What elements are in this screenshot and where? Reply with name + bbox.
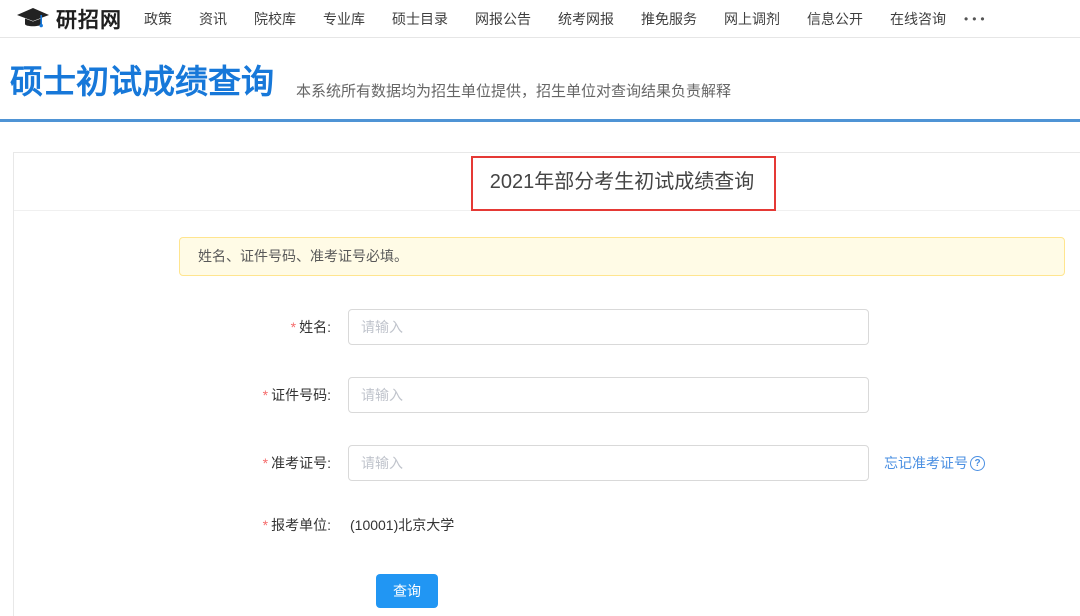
target-university-field-label: *报考单位: bbox=[14, 507, 331, 543]
nav-item-news[interactable]: 资讯 bbox=[199, 9, 227, 29]
forgot-admission-ticket-link[interactable]: 忘记准考证号 ? bbox=[884, 445, 985, 481]
required-asterisk: * bbox=[291, 319, 296, 335]
forgot-link-text: 忘记准考证号 bbox=[884, 453, 968, 473]
nav-item-exemption-service[interactable]: 推免服务 bbox=[641, 9, 697, 29]
panel-title: 2021年部分考生初试成绩查询 bbox=[14, 153, 1080, 211]
site-logo[interactable]: 研招网 bbox=[16, 4, 122, 34]
id-number-input[interactable] bbox=[348, 377, 869, 413]
target-university-label-text: 报考单位: bbox=[271, 517, 331, 533]
form-row-name: *姓名: bbox=[14, 309, 1080, 345]
id-number-label-text: 证件号码: bbox=[271, 387, 331, 403]
nav-item-master-catalog[interactable]: 硕士目录 bbox=[392, 9, 448, 29]
nav-item-online-consult[interactable]: 在线咨询 bbox=[890, 9, 946, 29]
nav-more-ellipsis[interactable]: ••• bbox=[964, 12, 989, 26]
required-asterisk: * bbox=[263, 455, 268, 471]
nav-menu: 政策 资讯 院校库 专业库 硕士目录 网报公告 统考网报 推免服务 网上调剂 信… bbox=[144, 9, 946, 29]
nav-item-major-library[interactable]: 专业库 bbox=[323, 9, 365, 29]
form-row-admission-ticket: *准考证号: 忘记准考证号 ? bbox=[14, 445, 1080, 481]
admission-ticket-label-text: 准考证号: bbox=[271, 455, 331, 471]
top-navbar: 研招网 政策 资讯 院校库 专业库 硕士目录 网报公告 统考网报 推免服务 网上… bbox=[0, 0, 1080, 38]
name-field-label: *姓名: bbox=[14, 309, 331, 345]
query-card: 2021年部分考生初试成绩查询 姓名、证件号码、准考证号必填。 *姓名: *证件… bbox=[13, 152, 1080, 616]
nav-item-online-report-announcement[interactable]: 网报公告 bbox=[475, 9, 531, 29]
page-title: 硕士初试成绩查询 bbox=[10, 55, 274, 103]
required-asterisk: * bbox=[263, 387, 268, 403]
card-header: 2021年部分考生初试成绩查询 bbox=[14, 153, 1080, 211]
name-label-text: 姓名: bbox=[299, 319, 331, 335]
id-number-field-label: *证件号码: bbox=[14, 377, 331, 413]
question-mark-icon: ? bbox=[970, 456, 985, 471]
page-subtitle: 本系统所有数据均为招生单位提供，招生单位对查询结果负责解释 bbox=[296, 80, 731, 101]
nav-item-policy[interactable]: 政策 bbox=[144, 9, 172, 29]
name-input[interactable] bbox=[348, 309, 869, 345]
nav-item-unified-exam-report[interactable]: 统考网报 bbox=[558, 9, 614, 29]
page: 研招网 政策 资讯 院校库 专业库 硕士目录 网报公告 统考网报 推免服务 网上… bbox=[0, 0, 1080, 616]
form-row-id-number: *证件号码: bbox=[14, 377, 1080, 413]
site-logo-text: 研招网 bbox=[56, 4, 122, 34]
admission-ticket-field-label: *准考证号: bbox=[14, 445, 331, 481]
graduation-cap-icon bbox=[16, 7, 50, 31]
nav-item-online-adjustment[interactable]: 网上调剂 bbox=[724, 9, 780, 29]
blue-divider bbox=[0, 119, 1080, 122]
query-submit-button[interactable]: 查询 bbox=[376, 574, 438, 608]
nav-item-info-disclosure[interactable]: 信息公开 bbox=[807, 9, 863, 29]
form-row-target-university: *报考单位: (10001)北京大学 bbox=[14, 507, 1080, 543]
required-fields-notice: 姓名、证件号码、准考证号必填。 bbox=[179, 237, 1065, 276]
required-asterisk: * bbox=[263, 517, 268, 533]
target-university-value: (10001)北京大学 bbox=[350, 507, 454, 543]
nav-item-college-library[interactable]: 院校库 bbox=[254, 9, 296, 29]
admission-ticket-input[interactable] bbox=[348, 445, 869, 481]
